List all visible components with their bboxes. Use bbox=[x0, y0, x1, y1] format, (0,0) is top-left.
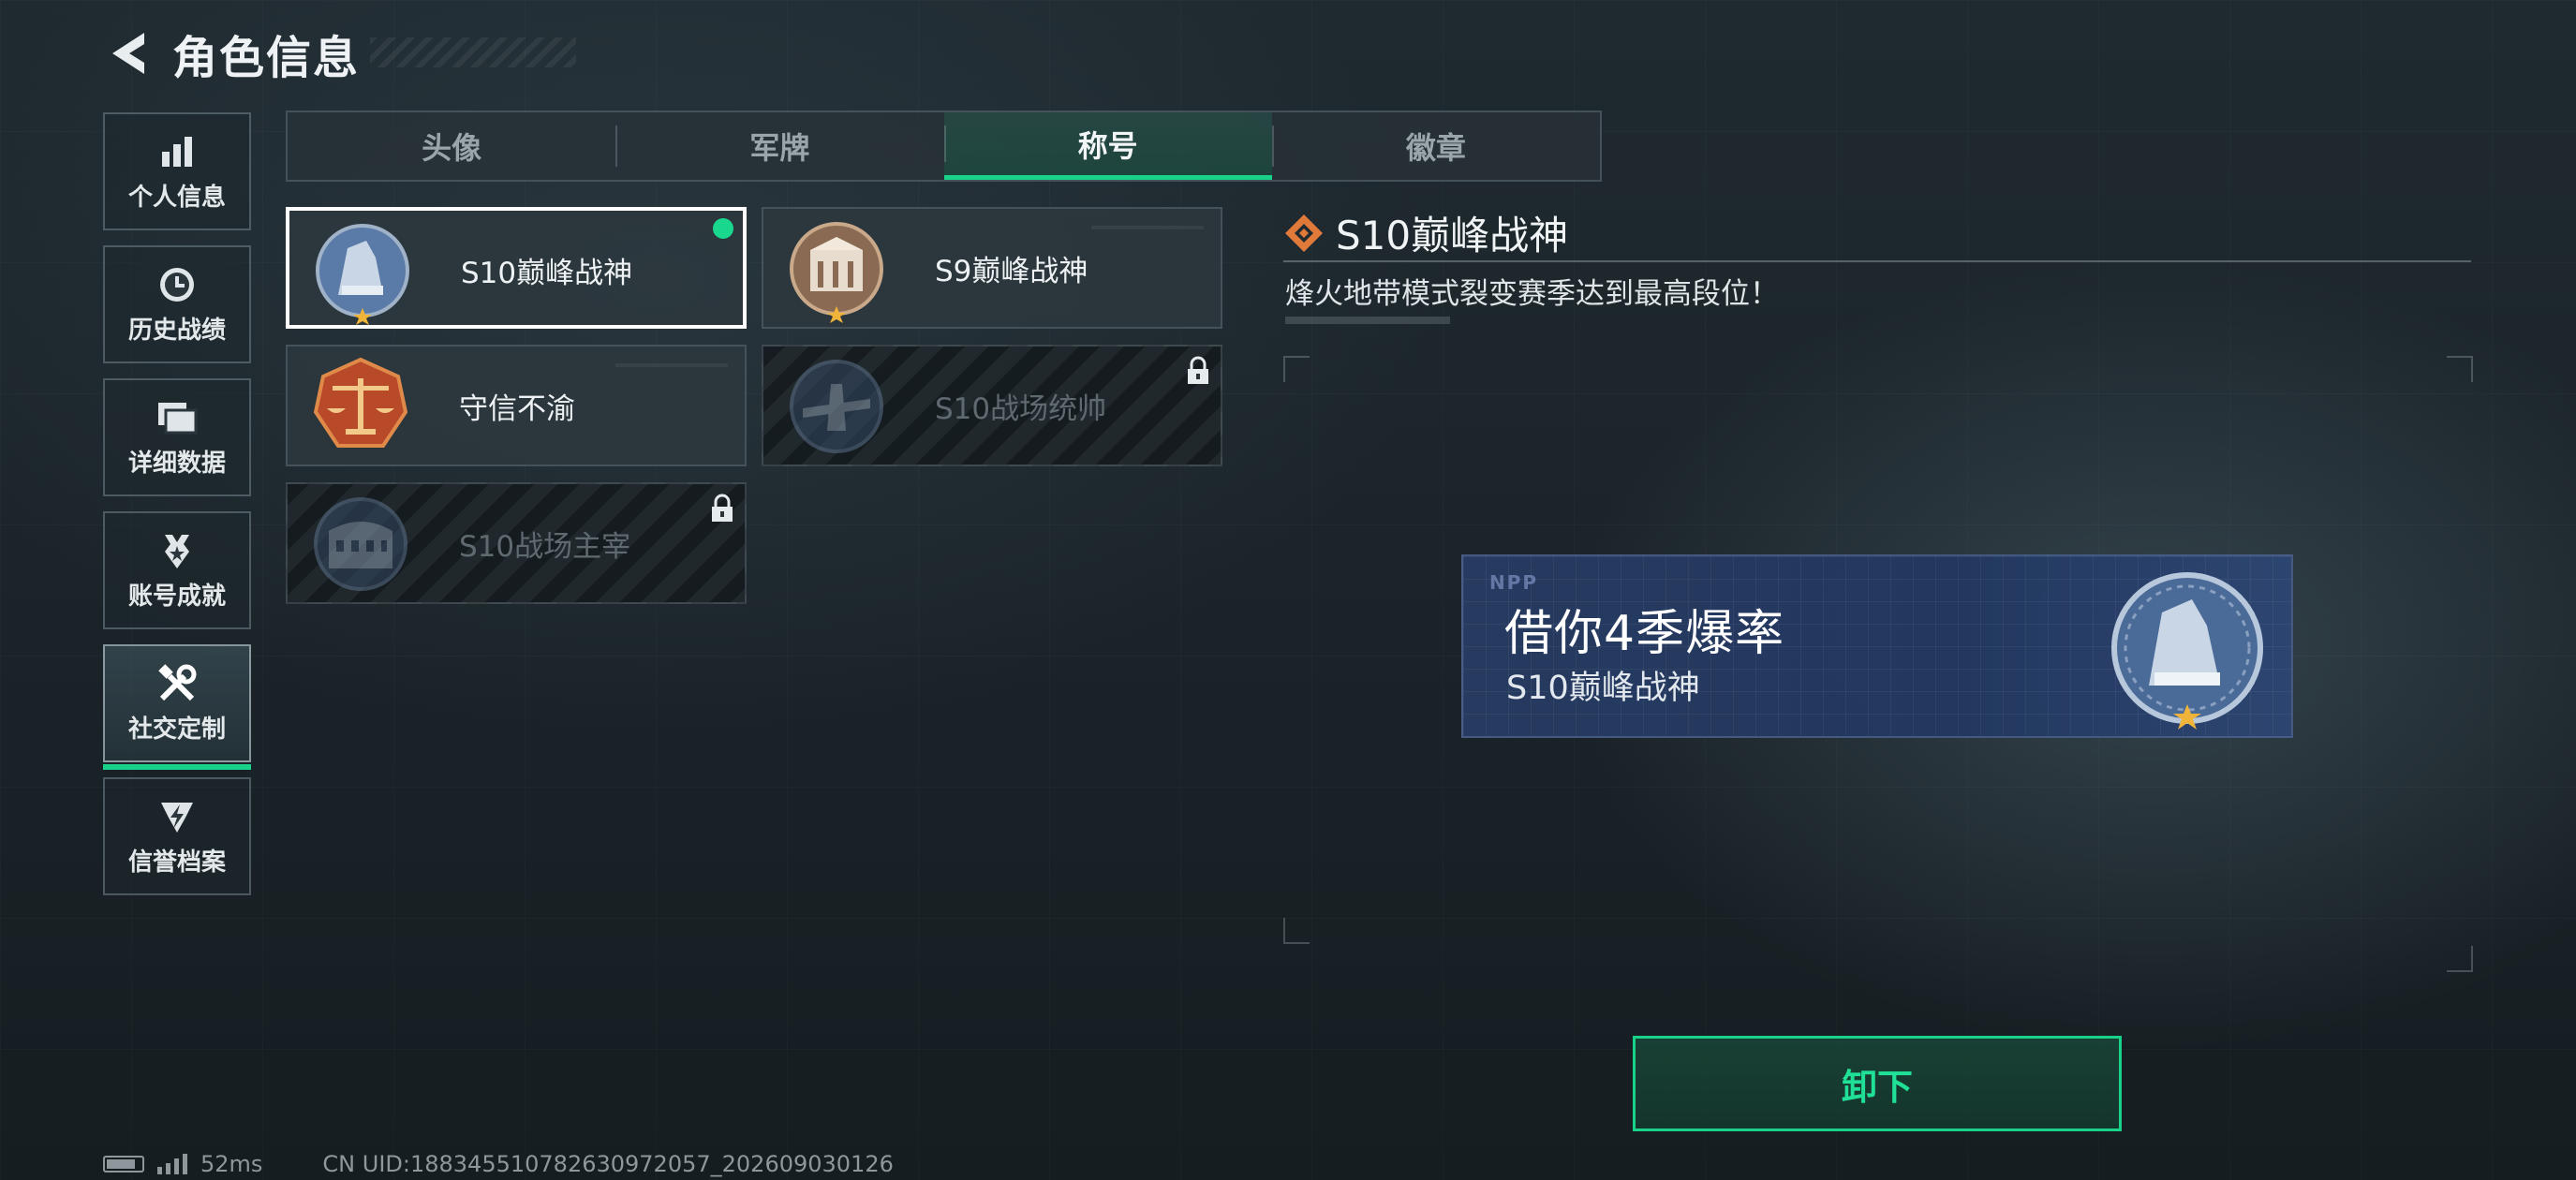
back-button[interactable] bbox=[103, 25, 154, 81]
signal-icon bbox=[157, 1154, 187, 1174]
title-decoration bbox=[370, 37, 576, 67]
title-name: S10战场主宰 bbox=[459, 529, 631, 564]
title-name: S10战场统帅 bbox=[935, 391, 1107, 426]
folder-icon bbox=[156, 397, 198, 438]
sidebar-item-label: 信誉档案 bbox=[127, 848, 226, 877]
sidebar-item-reputation[interactable]: 信誉档案 bbox=[103, 777, 251, 895]
sidebar-item-label: 社交定制 bbox=[127, 715, 226, 744]
aircraft-emblem-icon bbox=[790, 360, 883, 453]
tab-dog-tag[interactable]: 军牌 bbox=[615, 112, 943, 180]
diamond-rank-icon bbox=[1285, 214, 1323, 252]
achievement-icon bbox=[156, 530, 198, 571]
equipped-indicator bbox=[713, 218, 733, 239]
uid-text: CN UID:18834551078263097205​7_2026090301… bbox=[322, 1151, 894, 1177]
status-bar: 52ms CN UID:18834551078263097205​7_20260… bbox=[103, 1150, 894, 1178]
card-decoration bbox=[615, 363, 728, 367]
colosseum-emblem-icon bbox=[314, 497, 407, 591]
back-arrow-icon bbox=[112, 33, 144, 74]
sidebar-item-label: 个人信息 bbox=[127, 183, 226, 212]
detail-sub-decoration bbox=[1285, 317, 1450, 324]
title-card-s9-peak[interactable]: S9巅峰战神 bbox=[762, 207, 1222, 329]
frame-corner-top-right bbox=[2447, 356, 2473, 382]
title-card-s10-peak[interactable]: S10巅峰战神 bbox=[286, 207, 747, 329]
title-name: S10巅峰战神 bbox=[461, 256, 633, 290]
title-card-keep-faith[interactable]: 守信不渝 bbox=[286, 345, 747, 466]
preview-logo: NPP bbox=[1489, 571, 1539, 594]
title-name: S9巅峰战神 bbox=[935, 254, 1088, 288]
unequip-button[interactable]: 卸下 bbox=[1633, 1036, 2122, 1131]
s9-peak-emblem-icon bbox=[790, 222, 883, 323]
header: 角色信息 bbox=[103, 21, 360, 86]
detail-divider bbox=[1283, 260, 2471, 262]
sidebar-item-social-custom[interactable]: 社交定制 bbox=[103, 644, 251, 770]
shield-bolt-icon bbox=[156, 796, 198, 837]
tab-badge[interactable]: 徽章 bbox=[1271, 112, 1600, 180]
sidebar-item-achievements[interactable]: 账号成就 bbox=[103, 511, 251, 629]
s10-peak-emblem-icon bbox=[316, 224, 409, 325]
sidebar-nav: 个人信息 历史战绩 详细数据 账号成就 社交定制 信誉档案 bbox=[103, 112, 253, 910]
sidebar-item-label: 详细数据 bbox=[127, 449, 226, 478]
lock-icon bbox=[712, 494, 733, 522]
tab-avatar[interactable]: 头像 bbox=[288, 112, 615, 180]
bar-chart-icon bbox=[156, 131, 198, 172]
s10-peak-emblem-icon bbox=[2111, 572, 2263, 730]
preview-title: S10巅峰战神 bbox=[1506, 670, 1700, 707]
sidebar-item-personal-info[interactable]: 个人信息 bbox=[103, 112, 251, 230]
title-card-s10-dominator[interactable]: S10战场主宰 bbox=[286, 482, 747, 604]
frame-corner-bottom-right bbox=[2447, 946, 2473, 972]
tab-bar: 头像 军牌 称号 徽章 bbox=[286, 111, 1602, 182]
page-title: 角色信息 bbox=[172, 32, 361, 84]
detail-header: S10巅峰战神 bbox=[1283, 204, 1568, 261]
card-decoration bbox=[1091, 226, 1204, 229]
detail-title: S10巅峰战神 bbox=[1336, 213, 1569, 258]
sidebar-item-label: 账号成就 bbox=[127, 582, 226, 611]
sidebar-item-match-history[interactable]: 历史战绩 bbox=[103, 245, 251, 363]
title-card-s10-commander[interactable]: S10战场统帅 bbox=[762, 345, 1222, 466]
tab-title[interactable]: 称号 bbox=[943, 112, 1272, 180]
battery-icon bbox=[103, 1156, 144, 1173]
lock-icon bbox=[1188, 356, 1208, 384]
tools-icon bbox=[156, 663, 198, 704]
frame-corner-bottom-left bbox=[1283, 918, 1310, 944]
clock-icon bbox=[156, 264, 198, 305]
frame-corner-top-left bbox=[1283, 356, 1310, 382]
ping-text: 52ms bbox=[200, 1151, 263, 1177]
preview-slogan: 借你4季爆率 bbox=[1504, 606, 1785, 662]
detail-description: 烽火地带模式裂变赛季达到最高段位！ bbox=[1285, 277, 1779, 311]
title-name: 守信不渝 bbox=[459, 391, 575, 426]
sidebar-item-detailed-data[interactable]: 详细数据 bbox=[103, 378, 251, 496]
title-preview-banner: NPP 借你4季爆率 S10巅峰战神 bbox=[1461, 554, 2293, 738]
scales-emblem-icon bbox=[313, 357, 408, 448]
sidebar-item-label: 历史战绩 bbox=[127, 316, 226, 345]
